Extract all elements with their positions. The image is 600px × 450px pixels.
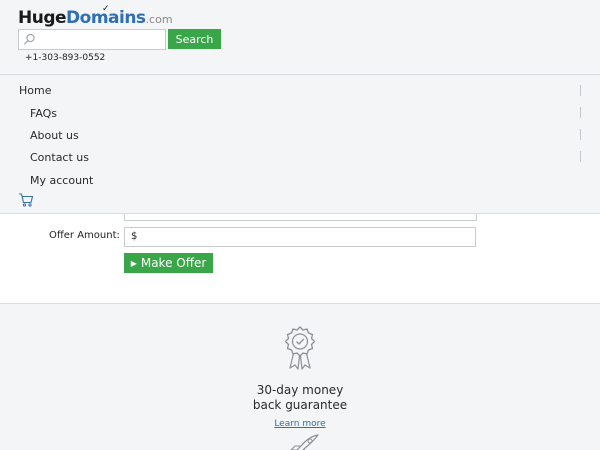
nav-item-about-us[interactable]: About us: [30, 129, 79, 142]
cart-icon[interactable]: [18, 192, 34, 208]
nav-item-faqs[interactable]: FAQs: [30, 107, 57, 120]
award-ribbon-icon: [284, 326, 316, 370]
make-offer-button[interactable]: ▶ Make Offer: [124, 253, 213, 273]
nav-separator: [580, 129, 581, 140]
main-nav: Home FAQs About us Contact us My account: [0, 75, 600, 214]
learn-more-link[interactable]: Learn more: [0, 419, 600, 429]
guarantee-title-line2: back guarantee: [252, 398, 348, 412]
site-logo[interactable]: HugeDomains.com ✓: [18, 4, 173, 30]
search-box: [18, 29, 166, 50]
nav-separator: [580, 151, 581, 162]
offer-amount-label: Offer Amount:: [49, 230, 120, 241]
offer-amount-input[interactable]: [141, 228, 471, 246]
search-icon: [24, 33, 35, 45]
page: HugeDomains.com ✓ Search +1-303-893-0552…: [0, 0, 600, 450]
learn-more-label: Learn more: [274, 419, 326, 429]
nav-separator: [580, 85, 581, 96]
previous-form-field[interactable]: [124, 214, 477, 221]
search-input[interactable]: [39, 30, 163, 49]
guarantee-title: 30-day money back guarantee: [0, 383, 600, 413]
play-arrow-icon: ▶: [130, 258, 137, 268]
guarantee-section: 30-day money back guarantee Learn more: [0, 304, 600, 450]
phone-number[interactable]: +1-303-893-0552: [25, 53, 105, 63]
logo-tld-text: .com: [145, 13, 173, 26]
rocket-icon: [290, 434, 319, 450]
offer-form: Offer Amount: $ ▶ Make Offer: [0, 214, 600, 304]
search-button[interactable]: Search: [168, 29, 221, 49]
offer-amount-field: $: [124, 227, 476, 247]
site-header: HugeDomains.com ✓ Search +1-303-893-0552: [0, 0, 600, 75]
nav-item-home[interactable]: Home: [19, 84, 51, 97]
currency-symbol: $: [131, 231, 138, 242]
guarantee-title-line1: 30-day money: [256, 383, 344, 397]
logo-check-icon: ✓: [102, 4, 110, 14]
nav-item-my-account[interactable]: My account: [30, 174, 93, 187]
make-offer-label: Make Offer: [140, 256, 207, 270]
nav-item-contact-us[interactable]: Contact us: [30, 151, 89, 164]
logo-huge-text: Huge: [18, 8, 67, 28]
nav-separator: [580, 107, 581, 118]
